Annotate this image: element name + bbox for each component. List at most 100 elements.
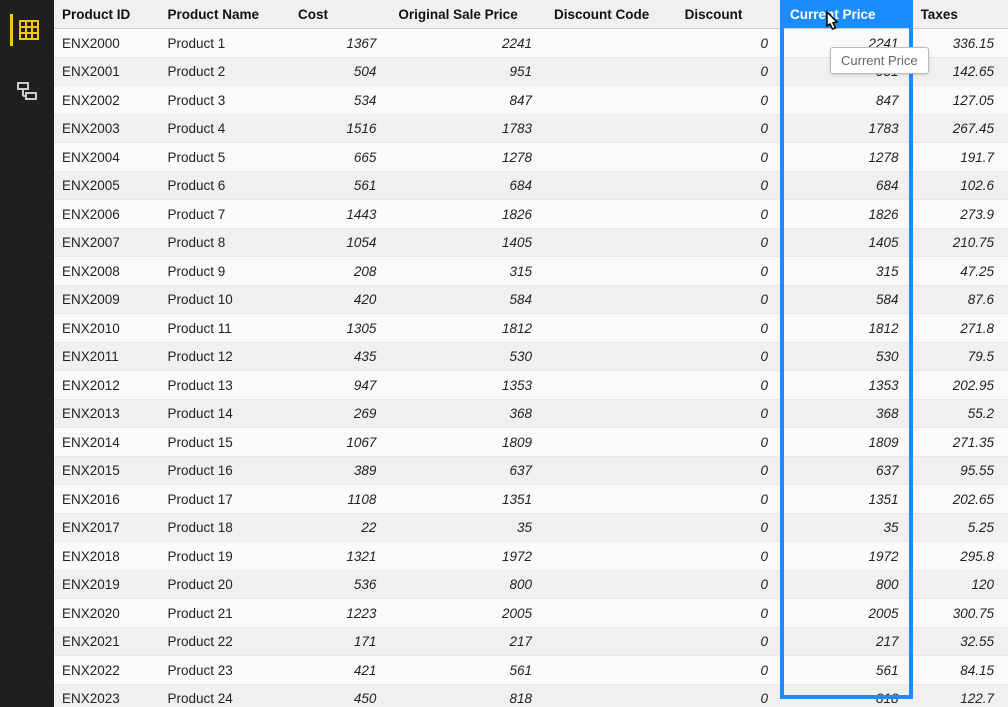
- cell-orig-price[interactable]: 847: [390, 86, 546, 115]
- cell-discount[interactable]: 0: [677, 200, 782, 229]
- cell-orig-price[interactable]: 1278: [390, 143, 546, 172]
- table-row[interactable]: ENX2015Product 16389637063795.55: [54, 456, 1008, 485]
- cell-current-price[interactable]: 530: [782, 342, 913, 371]
- cell-product-name[interactable]: Product 18: [159, 513, 290, 542]
- cell-disc-code[interactable]: [546, 228, 677, 257]
- table-row[interactable]: ENX2008Product 9208315031547.25: [54, 257, 1008, 286]
- cell-product-name[interactable]: Product 17: [159, 485, 290, 514]
- table-row[interactable]: ENX2022Product 23421561056184.15: [54, 656, 1008, 685]
- cell-taxes[interactable]: 271.8: [913, 314, 1008, 343]
- cell-orig-price[interactable]: 1353: [390, 371, 546, 400]
- cell-cost[interactable]: 208: [290, 257, 390, 286]
- table-row[interactable]: ENX2023Product 244508180818122.7: [54, 684, 1008, 707]
- cell-disc-code[interactable]: [546, 29, 677, 58]
- cell-taxes[interactable]: 120: [913, 570, 1008, 599]
- table-row[interactable]: ENX2007Product 81054140501405210.75: [54, 228, 1008, 257]
- cell-orig-price[interactable]: 1812: [390, 314, 546, 343]
- cell-discount[interactable]: 0: [677, 513, 782, 542]
- col-header-cost[interactable]: Cost: [290, 0, 390, 29]
- table-row[interactable]: ENX2006Product 71443182601826273.9: [54, 200, 1008, 229]
- cell-product-name[interactable]: Product 20: [159, 570, 290, 599]
- cell-cost[interactable]: 421: [290, 656, 390, 685]
- cell-product-name[interactable]: Product 10: [159, 285, 290, 314]
- cell-current-price[interactable]: 1405: [782, 228, 913, 257]
- cell-taxes[interactable]: 127.05: [913, 86, 1008, 115]
- cell-disc-code[interactable]: [546, 285, 677, 314]
- cell-disc-code[interactable]: [546, 86, 677, 115]
- cell-taxes[interactable]: 95.55: [913, 456, 1008, 485]
- cell-orig-price[interactable]: 951: [390, 57, 546, 86]
- cell-product-name[interactable]: Product 11: [159, 314, 290, 343]
- cell-taxes[interactable]: 273.9: [913, 200, 1008, 229]
- cell-product-id[interactable]: ENX2010: [54, 314, 159, 343]
- cell-cost[interactable]: 947: [290, 371, 390, 400]
- cell-disc-code[interactable]: [546, 513, 677, 542]
- cell-discount[interactable]: 0: [677, 171, 782, 200]
- cell-discount[interactable]: 0: [677, 314, 782, 343]
- table-row[interactable]: ENX2012Product 13947135301353202.95: [54, 371, 1008, 400]
- cell-product-id[interactable]: ENX2023: [54, 684, 159, 707]
- cell-product-id[interactable]: ENX2016: [54, 485, 159, 514]
- cell-product-id[interactable]: ENX2015: [54, 456, 159, 485]
- cell-discount[interactable]: 0: [677, 570, 782, 599]
- cell-product-name[interactable]: Product 4: [159, 114, 290, 143]
- cell-current-price[interactable]: 1353: [782, 371, 913, 400]
- col-header-product-id[interactable]: Product ID: [54, 0, 159, 29]
- cell-discount[interactable]: 0: [677, 428, 782, 457]
- cell-orig-price[interactable]: 2005: [390, 599, 546, 628]
- cell-taxes[interactable]: 210.75: [913, 228, 1008, 257]
- cell-taxes[interactable]: 5.25: [913, 513, 1008, 542]
- cell-orig-price[interactable]: 561: [390, 656, 546, 685]
- cell-current-price[interactable]: 1972: [782, 542, 913, 571]
- cell-orig-price[interactable]: 1405: [390, 228, 546, 257]
- tool-table-icon[interactable]: [10, 14, 42, 46]
- cell-orig-price[interactable]: 584: [390, 285, 546, 314]
- cell-taxes[interactable]: 202.95: [913, 371, 1008, 400]
- cell-product-id[interactable]: ENX2006: [54, 200, 159, 229]
- cell-current-price[interactable]: 1351: [782, 485, 913, 514]
- cell-disc-code[interactable]: [546, 342, 677, 371]
- cell-cost[interactable]: 1367: [290, 29, 390, 58]
- cell-product-id[interactable]: ENX2005: [54, 171, 159, 200]
- cell-orig-price[interactable]: 1351: [390, 485, 546, 514]
- cell-discount[interactable]: 0: [677, 656, 782, 685]
- cell-disc-code[interactable]: [546, 599, 677, 628]
- cell-discount[interactable]: 0: [677, 228, 782, 257]
- cell-product-id[interactable]: ENX2021: [54, 627, 159, 656]
- cell-current-price[interactable]: 684: [782, 171, 913, 200]
- cell-orig-price[interactable]: 530: [390, 342, 546, 371]
- cell-product-name[interactable]: Product 16: [159, 456, 290, 485]
- cell-taxes[interactable]: 79.5: [913, 342, 1008, 371]
- table-row[interactable]: ENX2017Product 1822350355.25: [54, 513, 1008, 542]
- cell-cost[interactable]: 435: [290, 342, 390, 371]
- cell-disc-code[interactable]: [546, 57, 677, 86]
- cell-product-name[interactable]: Product 9: [159, 257, 290, 286]
- cell-cost[interactable]: 1108: [290, 485, 390, 514]
- cell-disc-code[interactable]: [546, 200, 677, 229]
- cell-cost[interactable]: 534: [290, 86, 390, 115]
- cell-disc-code[interactable]: [546, 314, 677, 343]
- cell-orig-price[interactable]: 217: [390, 627, 546, 656]
- cell-current-price[interactable]: 1278: [782, 143, 913, 172]
- cell-current-price[interactable]: 1812: [782, 314, 913, 343]
- cell-cost[interactable]: 504: [290, 57, 390, 86]
- cell-disc-code[interactable]: [546, 485, 677, 514]
- cell-product-id[interactable]: ENX2019: [54, 570, 159, 599]
- cell-product-id[interactable]: ENX2002: [54, 86, 159, 115]
- table-row[interactable]: ENX2009Product 10420584058487.6: [54, 285, 1008, 314]
- cell-discount[interactable]: 0: [677, 86, 782, 115]
- cell-orig-price[interactable]: 684: [390, 171, 546, 200]
- cell-product-id[interactable]: ENX2013: [54, 399, 159, 428]
- cell-current-price[interactable]: 847: [782, 86, 913, 115]
- table-row[interactable]: ENX2020Product 211223200502005300.75: [54, 599, 1008, 628]
- cell-product-name[interactable]: Product 24: [159, 684, 290, 707]
- cell-cost[interactable]: 420: [290, 285, 390, 314]
- table-row[interactable]: ENX2005Product 65616840684102.6: [54, 171, 1008, 200]
- cell-taxes[interactable]: 87.6: [913, 285, 1008, 314]
- cell-discount[interactable]: 0: [677, 114, 782, 143]
- cell-disc-code[interactable]: [546, 257, 677, 286]
- cell-product-name[interactable]: Product 15: [159, 428, 290, 457]
- cell-product-name[interactable]: Product 3: [159, 86, 290, 115]
- cell-orig-price[interactable]: 1972: [390, 542, 546, 571]
- cell-taxes[interactable]: 122.7: [913, 684, 1008, 707]
